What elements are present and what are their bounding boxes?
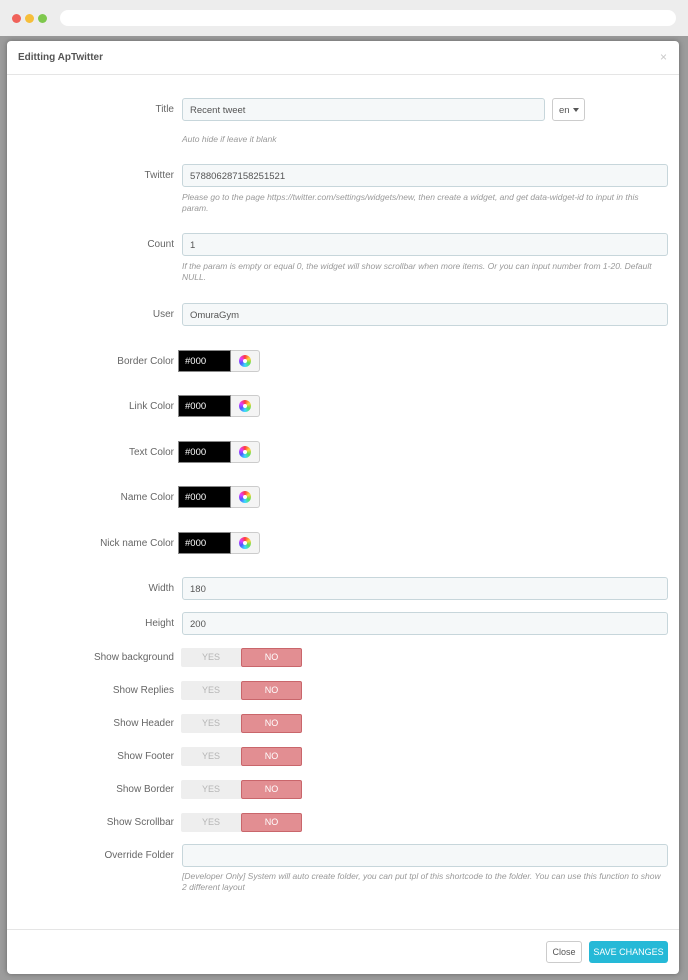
show-scrollbar-toggle: YES NO <box>181 813 302 832</box>
show-header-toggle: YES NO <box>181 714 302 733</box>
show-background-yes[interactable]: YES <box>181 648 241 667</box>
count-label: Count <box>147 239 174 250</box>
height-input[interactable]: 200 <box>182 612 668 635</box>
show-footer-label: Show Footer <box>117 751 174 762</box>
edit-modal: Editting ApTwitter × Title Recent tweet … <box>7 41 679 974</box>
caret-down-icon <box>572 108 579 112</box>
window-maximize-dot[interactable] <box>38 14 47 23</box>
twitter-label: Twitter <box>144 170 174 181</box>
override-folder-help: [Developer Only] System will auto create… <box>182 871 661 892</box>
color-wheel-icon <box>239 446 251 458</box>
show-border-label: Show Border <box>116 784 174 795</box>
width-label: Width <box>148 583 174 594</box>
nickname-color-label: Nick name Color <box>100 538 174 549</box>
color-wheel-icon <box>239 491 251 503</box>
nickname-color-input[interactable]: #000 <box>178 532 231 554</box>
close-button[interactable]: Close <box>546 941 582 963</box>
name-color-picker-button[interactable] <box>231 486 260 508</box>
border-color-input[interactable]: #000 <box>178 350 231 372</box>
show-background-no[interactable]: NO <box>241 648 302 667</box>
show-header-label: Show Header <box>113 718 174 729</box>
show-replies-label: Show Replies <box>112 685 174 696</box>
show-header-yes[interactable]: YES <box>181 714 241 733</box>
name-color-input[interactable]: #000 <box>178 486 231 508</box>
show-replies-toggle: YES NO <box>181 681 302 700</box>
show-footer-toggle: YES NO <box>181 747 302 766</box>
browser-chrome <box>0 0 688 36</box>
color-wheel-icon <box>239 355 251 367</box>
border-color-label: Border Color <box>117 356 174 367</box>
link-color-input[interactable]: #000 <box>178 395 231 417</box>
title-help: Auto hide if leave it blank <box>182 134 277 144</box>
save-changes-button[interactable]: SAVE CHANGES <box>589 941 668 963</box>
twitter-help: Please go to the page https://twitter.co… <box>182 192 639 213</box>
address-bar[interactable] <box>60 10 676 26</box>
language-value: en <box>559 105 570 116</box>
nickname-color-picker-button[interactable] <box>231 532 260 554</box>
show-background-label: Show background <box>93 652 174 663</box>
title-label: Title <box>155 104 174 115</box>
link-color-picker-button[interactable] <box>231 395 260 417</box>
text-color-label: Text Color <box>128 447 174 458</box>
text-color-picker-button[interactable] <box>231 441 260 463</box>
override-folder-label: Override Folder <box>104 850 174 861</box>
color-wheel-icon <box>239 400 251 412</box>
link-color-label: Link Color <box>128 401 174 412</box>
twitter-input[interactable]: 578806287158251521 <box>182 164 668 187</box>
modal-title: Editting ApTwitter <box>18 52 103 63</box>
user-label: User <box>152 309 174 320</box>
show-header-no[interactable]: NO <box>241 714 302 733</box>
show-replies-no[interactable]: NO <box>241 681 302 700</box>
language-select[interactable]: en <box>552 98 585 121</box>
title-input[interactable]: Recent tweet <box>182 98 545 121</box>
height-label: Height <box>145 618 174 629</box>
count-input[interactable]: 1 <box>182 233 668 256</box>
footer-divider <box>7 929 679 930</box>
show-background-toggle: YES NO <box>181 648 302 667</box>
window-close-dot[interactable] <box>12 14 21 23</box>
width-input[interactable]: 180 <box>182 577 668 600</box>
show-scrollbar-no[interactable]: NO <box>241 813 302 832</box>
user-input[interactable]: OmuraGym <box>182 303 668 326</box>
window-minimize-dot[interactable] <box>25 14 34 23</box>
show-border-no[interactable]: NO <box>241 780 302 799</box>
border-color-picker-button[interactable] <box>231 350 260 372</box>
show-footer-no[interactable]: NO <box>241 747 302 766</box>
count-help: If the param is empty or equal 0, the wi… <box>182 261 652 282</box>
show-scrollbar-yes[interactable]: YES <box>181 813 241 832</box>
override-folder-input[interactable] <box>182 844 668 867</box>
text-color-input[interactable]: #000 <box>178 441 231 463</box>
show-border-yes[interactable]: YES <box>181 780 241 799</box>
show-replies-yes[interactable]: YES <box>181 681 241 700</box>
modal-header: Editting ApTwitter × <box>7 41 679 75</box>
color-wheel-icon <box>239 537 251 549</box>
show-scrollbar-label: Show Scrollbar <box>106 817 174 828</box>
show-footer-yes[interactable]: YES <box>181 747 241 766</box>
close-icon[interactable]: × <box>660 50 667 64</box>
name-color-label: Name Color <box>120 492 174 503</box>
show-border-toggle: YES NO <box>181 780 302 799</box>
